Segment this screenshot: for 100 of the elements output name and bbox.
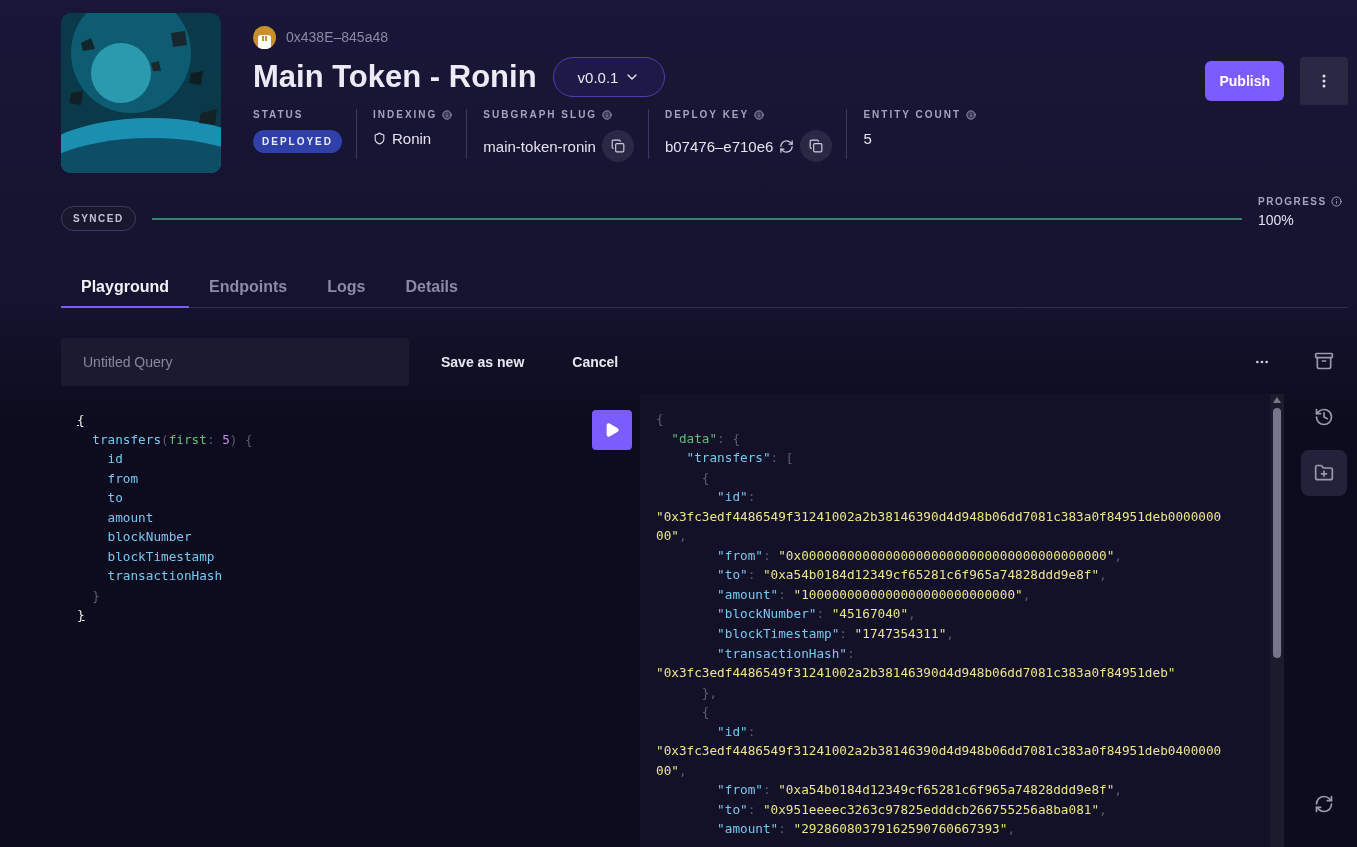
code-token: transfers [91,431,162,447]
code-token: id [106,451,123,467]
stat-label: INDEXING [373,109,438,120]
code-punctuation: , [678,528,687,544]
code-token: amount [106,509,154,525]
code-punctuation: } [91,587,100,603]
code-punctuation: ) { [229,431,253,447]
info-icon [1330,196,1342,207]
code-token: "0x3fc3edf4486549f31241002a2b38146390d4d948b06dd7081c383a0f84951deb0400000 [656,743,1222,759]
regenerate-button[interactable] [779,138,795,154]
code-punctuation: : [747,489,756,505]
code-punctuation: : [778,821,787,837]
code-token: "amount" [716,821,779,837]
code-punctuation: : [816,606,826,622]
code-token: "blockNumber" [716,606,817,622]
copy-button[interactable] [800,130,833,162]
copy-button[interactable] [601,130,634,162]
code-token: "transfers" [685,450,771,466]
code-punctuation: , [1099,567,1107,583]
code-token: blockNumber [106,529,192,545]
save-as-new-button[interactable]: Save as new [425,346,541,378]
tab[interactable]: Playground [61,268,189,308]
code-punctuation: } [77,607,85,623]
code-punctuation: { [77,412,85,427]
tab[interactable]: Logs [307,268,386,308]
code-token: "from" [716,547,763,563]
stat-value: Ronin [392,130,432,147]
code-punctuation: , [1022,586,1031,602]
code-token: "0x3fc3edf4486549f31241002a2b38146390d4d948b06dd7081c383a0f84951deb0000000 [656,508,1222,524]
code-token: transactionHash [106,568,223,584]
version-dropdown[interactable]: v0.0.1 [552,57,666,97]
code-punctuation: { [700,704,710,720]
code-token: 00" [656,528,679,544]
code-token: "from" [716,782,763,798]
code-punctuation: { [700,469,710,485]
subgraph-title: Main Token - Ronin [253,59,537,95]
code-punctuation: : [778,586,787,602]
code-token: blockTimestamp [106,548,215,564]
stat-label: ENTITY COUNT [863,109,962,120]
play-icon [604,422,620,438]
code-punctuation: : { [717,430,741,446]
code-punctuation: : [747,723,756,739]
publish-button[interactable]: Publish [1205,61,1284,101]
shield-icon [373,132,386,145]
avatar-icon [253,25,276,49]
scroll-up-icon[interactable] [1272,396,1282,404]
code-punctuation: , [1114,547,1122,563]
vertical-dots-icon [1322,74,1326,88]
code-token: "1747354311" [854,626,947,641]
copy-icon [610,139,625,153]
scrollbar[interactable] [1270,394,1284,847]
code-punctuation: , [1114,782,1122,798]
stat-label: SUBGRAPH SLUG [483,109,598,120]
code-token: to [106,490,123,506]
code-punctuation: : [747,567,757,583]
code-token: "0xa54b0184d12349cf65281c6f965a74828ddd9e8f" [762,567,1100,583]
code-token: "to" [716,801,748,817]
cancel-button[interactable]: Cancel [556,346,635,378]
code-punctuation: , [678,762,687,778]
stat-label: DEPLOY KEY [664,109,750,120]
code-punctuation: : [762,782,772,798]
code-token: "amount" [716,586,779,602]
code-token: "transactionHash" [716,645,847,661]
progress-value: 100% [1258,212,1295,228]
tab[interactable]: Endpoints [189,268,308,308]
progress-label: PROGRESS [1258,196,1327,207]
sync-status-badge: SYNCED [61,205,136,231]
code-token: "1000000000000000000000000000" [793,586,1023,602]
code-punctuation: : [839,626,848,641]
code-token: "0x3fc3edf4486549f31241002a2b38146390d4d948b06dd7081c383a0f84951deb" [656,665,1176,681]
owner-address: 0x438E–845a48 [286,29,388,45]
code-token: "id" [716,723,748,739]
code-punctuation: , [946,626,954,641]
code-token: first [168,431,207,447]
code-punctuation: , [1099,801,1107,817]
copy-icon [809,139,824,153]
code-punctuation: : [747,801,757,817]
query-name-field[interactable]: Untitled Query [61,338,409,386]
code-punctuation: { [656,411,664,426]
code-token: "45167040" [831,606,909,622]
code-punctuation: : [846,645,855,661]
code-punctuation: , [1007,821,1016,837]
stat-label: STATUS [253,109,304,120]
code-token: "0x0000000000000000000000000000000000000000" [778,547,1115,563]
code-punctuation: }, [700,684,718,700]
code-token: "0xa54b0184d12349cf65281c6f965a74828ddd9e8f" [778,782,1115,798]
code-token: "to" [716,567,748,583]
code-token: "blockTimestamp" [716,626,840,641]
code-punctuation: : [ [770,450,794,466]
run-button[interactable] [592,410,632,450]
code-token: 5 [222,431,230,447]
tab[interactable]: Details [385,268,478,308]
folder-plus-icon[interactable] [1301,450,1347,496]
code-punctuation: : [206,431,216,447]
code-punctuation: , [908,606,916,622]
stat-value: main-token-ronin [483,137,596,155]
code-punctuation: : [762,547,772,563]
code-token: "29286080379162590760667393" [793,821,1008,837]
stat-value: b07476–e710e6 [664,137,774,155]
status-badge: DEPLOYED [253,130,342,153]
